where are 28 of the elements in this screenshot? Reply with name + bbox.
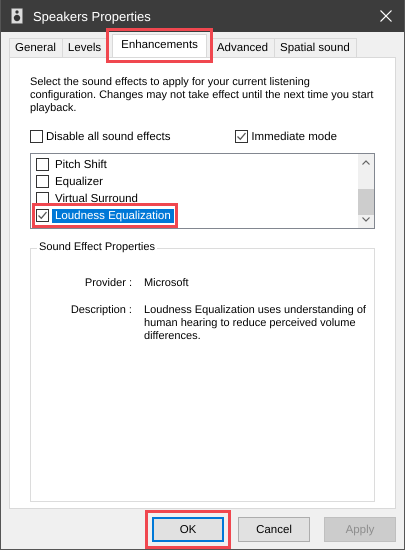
tab[interactable]: General	[9, 38, 63, 57]
list-item[interactable]: Equalizer	[52, 174, 106, 188]
speaker-icon	[11, 8, 23, 24]
window-title: Speakers Properties	[33, 8, 152, 24]
dialog-button[interactable]: Cancel	[238, 517, 310, 542]
checkbox[interactable]	[30, 130, 43, 143]
tab[interactable]: Advanced	[210, 38, 276, 57]
property-label: Description :	[70, 304, 132, 318]
chevron-up-icon[interactable]	[362, 160, 370, 165]
checkbox[interactable]	[235, 130, 248, 143]
checkbox[interactable]	[36, 158, 49, 171]
checkbox-label[interactable]: Immediate mode	[251, 130, 337, 142]
property-label: Provider :	[84, 277, 132, 290]
checkbox[interactable]	[36, 209, 49, 222]
checkbox-label[interactable]: Disable all sound effects	[46, 130, 170, 142]
dialog-button[interactable]: OK	[152, 517, 224, 542]
property-value: Loudness Equalization uses understanding of human hearing to reduce perceived volume differences.	[144, 304, 366, 343]
list-item[interactable]: Loudness Equalization	[52, 208, 174, 222]
close-icon[interactable]	[380, 10, 392, 22]
instruction-text: Select the sound effects to apply for your current listening configuration. Changes may not take effect until the next time you start playback.	[30, 76, 374, 115]
tab[interactable]: Spatial sound	[274, 38, 357, 57]
chevron-down-icon[interactable]	[362, 217, 370, 222]
checkbox[interactable]	[36, 175, 49, 188]
list-item[interactable]: Virtual Surround	[52, 192, 141, 206]
list-item[interactable]: Pitch Shift	[52, 158, 110, 172]
group-title: Sound Effect Properties	[37, 241, 157, 253]
scrollbar[interactable]	[358, 154, 374, 228]
property-value: Microsoft	[144, 277, 189, 290]
